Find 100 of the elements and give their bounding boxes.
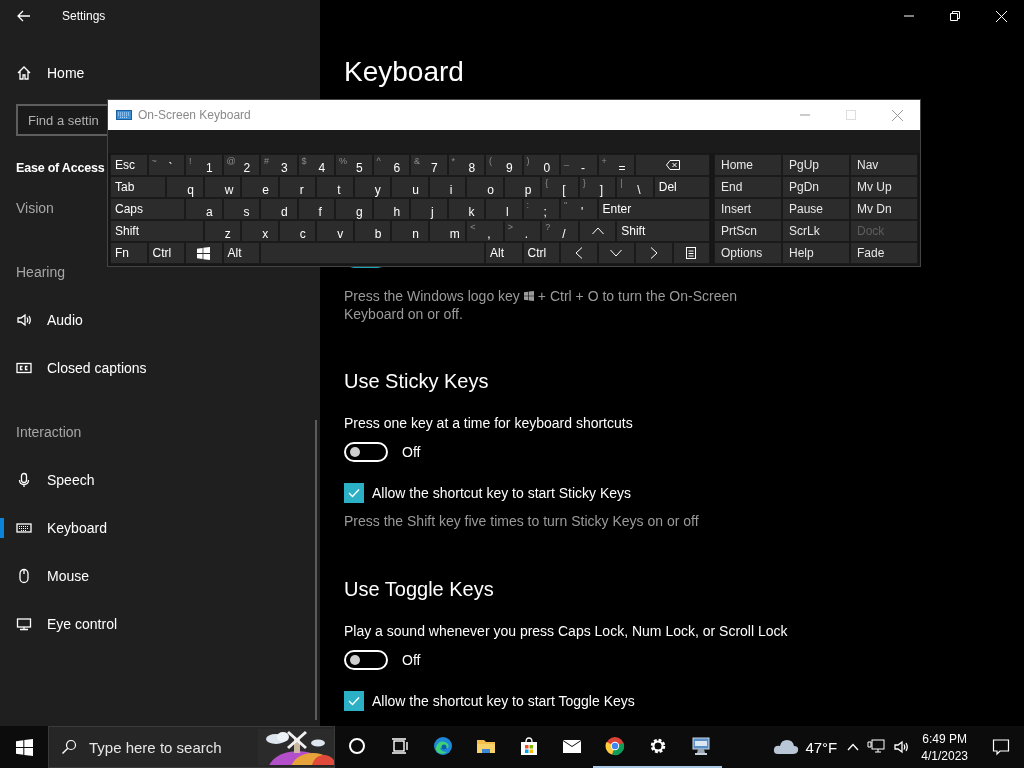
- key[interactable]: PgDn: [782, 176, 850, 198]
- key[interactable]: c: [278, 220, 317, 242]
- search-bar[interactable]: Type here to search: [48, 726, 335, 768]
- key[interactable]: e: [241, 176, 279, 198]
- clock[interactable]: 6:49 PM 4/1/2023: [913, 726, 976, 768]
- key[interactable]: m: [428, 220, 467, 242]
- key[interactable]: p: [503, 176, 542, 198]
- key[interactable]: Mv Up: [850, 176, 918, 198]
- key[interactable]: _ -: [560, 154, 598, 176]
- key[interactable]: > .: [503, 220, 542, 242]
- toggle-switch[interactable]: [344, 650, 388, 670]
- key[interactable]: Ctrl: [522, 242, 560, 264]
- key[interactable]: < ,: [466, 220, 504, 242]
- key[interactable]: Tab: [110, 176, 167, 198]
- toggle-switch[interactable]: [344, 442, 388, 462]
- key[interactable]: PrtScn: [714, 220, 782, 242]
- key[interactable]: q: [166, 176, 204, 198]
- key[interactable]: : ;: [522, 198, 560, 220]
- key[interactable]: $ 4: [297, 154, 335, 176]
- key[interactable]: ~ `: [147, 154, 185, 176]
- key[interactable]: z: [203, 220, 242, 242]
- chevron-left-icon: [574, 247, 583, 259]
- key[interactable]: @ 2: [222, 154, 260, 176]
- key[interactable]: b: [353, 220, 392, 242]
- key[interactable]: [672, 242, 710, 264]
- key[interactable]: h: [372, 198, 410, 220]
- cloud-icon: [773, 739, 800, 755]
- key[interactable]: t: [316, 176, 354, 198]
- key[interactable]: y: [353, 176, 392, 198]
- nav-item[interactable]: Closed captions: [0, 344, 320, 392]
- key[interactable]: [185, 242, 223, 264]
- key[interactable]: u: [391, 176, 429, 198]
- nav-item[interactable]: Eye control: [0, 600, 320, 648]
- key[interactable]: ) 0: [522, 154, 560, 176]
- chevron-right-icon: [649, 247, 658, 259]
- key[interactable]: s: [222, 198, 260, 220]
- section-heading: Use Toggle Keys: [344, 577, 495, 602]
- key[interactable]: Insert: [714, 198, 782, 220]
- weather-widget[interactable]: 47°F: [767, 726, 844, 768]
- nav-item[interactable]: Audio: [0, 296, 320, 344]
- key[interactable]: Esc: [110, 154, 148, 176]
- key[interactable]: ( 9: [485, 154, 523, 176]
- key[interactable]: Del: [653, 176, 710, 198]
- key[interactable]: * 8: [447, 154, 485, 176]
- key[interactable]: a: [185, 198, 223, 220]
- shopping-bag-icon: [518, 736, 539, 756]
- key[interactable]: Home: [714, 154, 782, 176]
- key[interactable]: ^ 6: [372, 154, 410, 176]
- key[interactable]: Alt: [222, 242, 260, 264]
- key[interactable]: & 7: [410, 154, 448, 176]
- key[interactable]: Shift: [110, 220, 204, 242]
- key[interactable]: f: [297, 198, 335, 220]
- key[interactable]: Enter: [597, 198, 710, 220]
- key[interactable]: End: [714, 176, 782, 198]
- key[interactable]: ScrLk: [782, 220, 850, 242]
- key[interactable]: Alt: [485, 242, 523, 264]
- key[interactable]: Help: [782, 242, 850, 264]
- nav-item[interactable]: Keyboard: [0, 504, 320, 552]
- key[interactable]: l: [485, 198, 523, 220]
- key[interactable]: Fn: [110, 242, 148, 264]
- key[interactable]: ! 1: [185, 154, 223, 176]
- key[interactable]: Options: [714, 242, 782, 264]
- checkbox[interactable]: [344, 691, 364, 711]
- search-field[interactable]: Type here to search: [77, 737, 258, 757]
- key[interactable]: " ': [560, 198, 598, 220]
- scrollbar[interactable]: [315, 420, 317, 720]
- home-link[interactable]: Home: [0, 49, 320, 97]
- key[interactable]: Nav: [850, 154, 918, 176]
- key[interactable]: Ctrl: [147, 242, 185, 264]
- key[interactable]: v: [316, 220, 354, 242]
- key[interactable]: | \: [616, 176, 654, 198]
- key[interactable]: g: [335, 198, 373, 220]
- key[interactable]: o: [466, 176, 504, 198]
- key[interactable]: % 5: [335, 154, 373, 176]
- close-icon: [891, 109, 903, 121]
- key[interactable]: i: [428, 176, 467, 198]
- key[interactable]: w: [203, 176, 242, 198]
- key[interactable]: Caps: [110, 198, 185, 220]
- key[interactable]: Mv Dn: [850, 198, 918, 220]
- checkbox[interactable]: [344, 483, 364, 503]
- key[interactable]: d: [260, 198, 298, 220]
- key[interactable]: k: [447, 198, 485, 220]
- key[interactable]: r: [278, 176, 317, 198]
- key[interactable]: Shift: [616, 220, 710, 242]
- key[interactable]: { [: [541, 176, 579, 198]
- nav-item[interactable]: Speech: [0, 456, 320, 504]
- key[interactable]: + =: [597, 154, 635, 176]
- key[interactable]: Pause: [782, 198, 850, 220]
- key[interactable]: Fade: [850, 242, 918, 264]
- key[interactable]: n: [391, 220, 429, 242]
- key[interactable]: } ]: [578, 176, 617, 198]
- key[interactable]: x: [241, 220, 279, 242]
- key[interactable]: j: [410, 198, 448, 220]
- hint-text: + Ctrl + O to turn the On-Screen: [537, 287, 738, 305]
- nav-item[interactable]: Mouse: [0, 552, 320, 600]
- key[interactable]: PgUp: [782, 154, 850, 176]
- browser-icon: [432, 736, 453, 756]
- key[interactable]: ? /: [541, 220, 579, 242]
- key[interactable]: [635, 154, 710, 176]
- key[interactable]: # 3: [260, 154, 298, 176]
